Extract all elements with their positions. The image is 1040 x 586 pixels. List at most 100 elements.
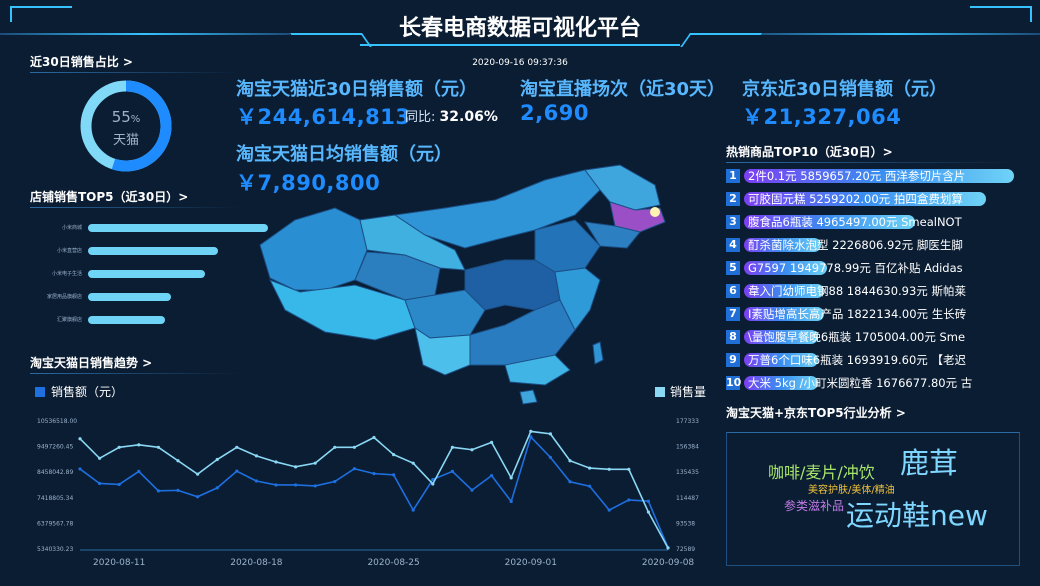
hot-product-row[interactable]: 5 G7597 1949778.99元 百亿补贴 Adidas [726,259,1026,277]
datetime-label: 2020-09-16 09:37:36 [472,58,568,68]
trend-title[interactable]: 淘宝天猫日销售趋势 > [30,354,152,371]
hot-product-rank: 8 [726,330,740,344]
series-point-right [313,461,317,465]
y-right-tick-label: 114487 [676,495,699,502]
series-point-left [470,488,474,492]
hot-product-row[interactable]: 4 酊杀菌除水泡型 2226806.92元 脚医生脚 [726,236,1026,254]
word-luorong[interactable]: 鹿茸 [900,440,958,482]
shop-row[interactable]: 小米商城 [30,223,268,233]
series-point-right [235,445,239,449]
hot-product-row[interactable]: 10 大米 5kg /小町米圆粒香 1676677.80元 古 [726,374,1026,392]
series-point-right [588,466,592,470]
hot-product-rank: 6 [726,284,740,298]
series-point-left [294,483,298,487]
shop-bar [88,247,218,255]
y-right-tick-label: 156384 [676,444,699,451]
series-point-right [254,454,258,458]
hot-products-title[interactable]: 热销商品TOP10（近30日）> [726,143,893,160]
shop-bar [88,316,165,324]
hot-product-rank: 7 [726,307,740,321]
series-point-right [568,459,572,463]
series-point-right [333,445,337,449]
word-coffee[interactable]: 咖啡/麦片/冲饮 [768,459,875,483]
hot-product-text: 韋入门幼师电钢88 1844630.93元 斯帕莱 [748,284,966,298]
y-left-tick-label: 10536518.00 [37,418,77,425]
series-point-left [313,484,317,488]
series-point-left [137,469,141,473]
hot-product-row[interactable]: 2 可胶固元糕 5259202.00元 拍四盒费划算 [726,190,1026,208]
shop-name: 家居用品旗舰店 [46,294,82,300]
shop-row[interactable]: 家居用品旗舰店 [30,292,260,302]
series-point-left [352,467,356,471]
taobao-30d-value: ￥244,614,813 [236,105,411,129]
live-30d-label: 淘宝直播场次（近30天） [520,79,726,100]
series-point-right [470,448,474,452]
hot-product-text: 万普6个口味6瓶装 1693919.60元 【老迟 [748,353,966,367]
series-point-right [490,440,494,445]
sales-share-percent: 55% [111,108,141,126]
series-point-right [627,467,631,471]
shop-name: 小米电子生活 [51,271,82,277]
legend-sales[interactable]: 销售额（元） [35,383,123,400]
series-point-right [411,461,415,465]
china-map[interactable] [255,160,695,410]
sales-share-title[interactable]: 近30日销售占比 > [30,53,133,70]
legend-volume-swatch [655,387,665,397]
x-tick-label: 2020-08-18 [230,558,283,568]
shop-bar [88,293,171,301]
map-region-xinjiang [259,207,368,291]
series-point-right [529,429,533,434]
hot-product-text: G7597 1949778.99元 百亿补贴 Adidas [748,261,963,275]
legend-sales-swatch [35,387,45,397]
series-point-left [215,486,219,490]
series-point-left [117,482,121,487]
shop-row[interactable]: 汇聚旗舰店 [30,315,260,325]
series-point-left [450,469,454,473]
sales-share-gauge [80,80,172,172]
series-point-left [548,455,553,459]
series-point-right [372,435,376,440]
series-point-left [568,480,572,484]
series-point-right [117,445,121,449]
y-right-tick-label: 177333 [676,418,699,425]
series-point-right [156,445,160,449]
y-left-tick-label: 8458042.89 [37,469,73,476]
shop-bar [88,270,205,278]
series-point-right [646,510,651,514]
industry-title[interactable]: 淘宝天猫+京东TOP5行业分析 > [726,404,906,421]
hot-product-row[interactable]: 9 万普6个口味6瓶装 1693919.60元 【老迟 [726,351,1026,369]
sales-share-label: 天猫 [112,133,139,148]
hot-product-text: I素贴增高长高产品 1822134.00元 生长砖 [748,307,967,321]
shop-row[interactable]: 小米电子生活 [30,269,260,279]
map-region-central [464,259,561,311]
series-point-right [607,467,611,471]
series-point-left [235,469,239,473]
shop-bar [88,224,268,232]
hot-product-row[interactable]: 8 \量饱腹早餐晚6瓶装 1705004.00元 Sme [726,328,1026,346]
legend-volume[interactable]: 销售量 [655,383,706,400]
hot-product-row[interactable]: 7 I素贴增高长高产品 1822134.00元 生长砖 [726,305,1026,323]
series-point-right [78,437,82,441]
series-point-right [176,459,180,463]
x-tick-label: 2020-08-11 [93,558,145,568]
series-point-right [215,457,219,462]
trend-chart: 10536518.00 9497260.45 8458042.89 7418805.3… [37,418,699,568]
hot-product-rank: 4 [726,238,740,252]
series-line-right [79,430,669,549]
shop-top5-title[interactable]: 店铺销售TOP5（近30日）> [30,188,188,205]
word-shoes[interactable]: 运动鞋new [846,494,988,534]
live-30d-value: 2,690 [520,101,589,125]
taobao-30d-label: 淘宝天猫近30日销售额（元） [236,79,478,100]
series-point-right [137,443,141,447]
series-point-right [450,445,454,449]
shop-row[interactable]: 小米直营店 [30,246,260,256]
hot-product-row[interactable]: 1 2件0.1元 5859657.20元 西洋参切片含片 [726,167,1026,185]
series-point-right [431,482,435,486]
word-shen[interactable]: 参类滋补品 [784,497,844,514]
page-title: 长春电商数据可视化平台 [398,16,641,41]
hot-product-row[interactable]: 3 腹食品6瓶装 4965497.00元 SmealNOT [726,213,1026,231]
y-left-tick-label: 7418805.34 [37,495,73,502]
series-point-left [254,479,258,483]
series-point-left [78,467,82,471]
hot-product-row[interactable]: 6 韋入门幼师电钢88 1844630.93元 斯帕莱 [726,282,1026,300]
